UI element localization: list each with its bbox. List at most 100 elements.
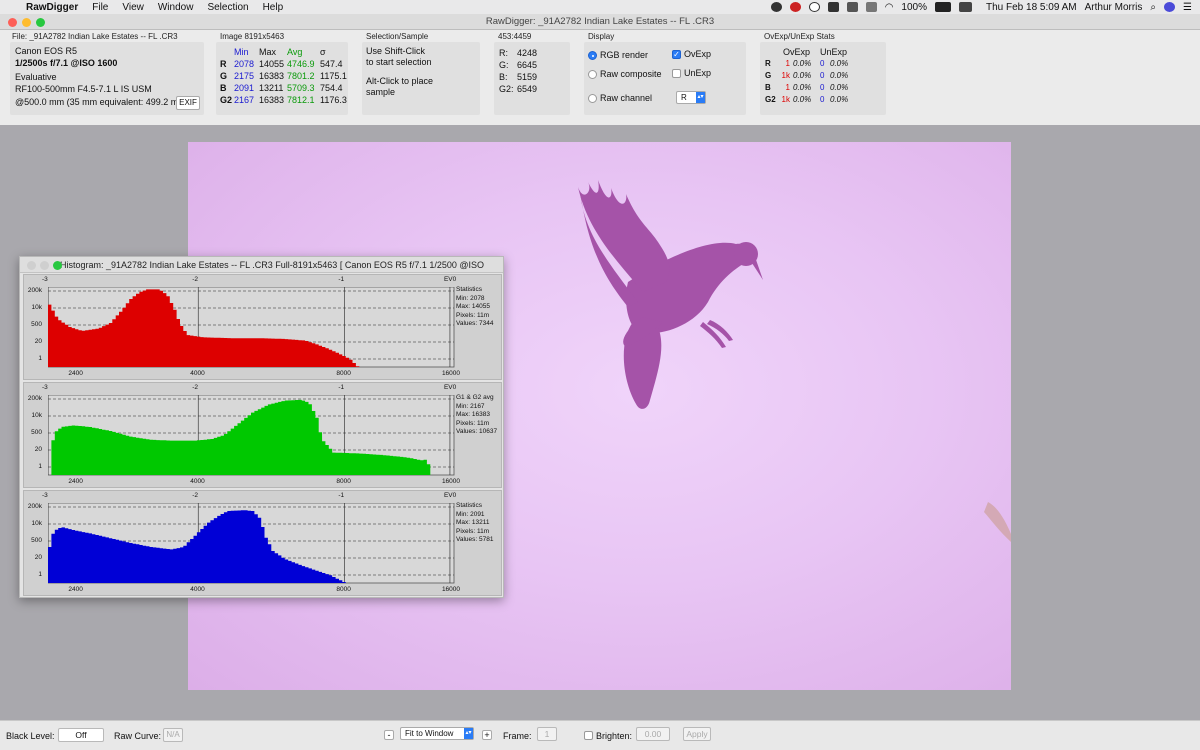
sample-value: 6645 [517, 60, 538, 70]
stat-min: 2167 [234, 95, 255, 105]
raw-channel-radio[interactable] [588, 94, 597, 103]
minimize-button[interactable] [22, 18, 31, 27]
status-icon-4[interactable] [827, 2, 839, 12]
raw-channel-label[interactable]: Raw channel [600, 93, 652, 103]
histogram-stat-line: Statistics [456, 502, 483, 509]
unexp-label[interactable]: UnExp [684, 68, 711, 78]
ev-label: EV0 [443, 492, 457, 499]
stat-channel: G [220, 71, 228, 81]
status-icon-6[interactable] [865, 2, 877, 12]
histogram-stat-line: Min: 2091 [456, 510, 485, 518]
x-tick-label: 8000 [336, 370, 351, 377]
unexp-percent: 0.0% [830, 59, 849, 68]
ovexp-label[interactable]: OvExp [684, 49, 711, 59]
hist-minimize-button[interactable] [40, 261, 49, 270]
hist-zoom-button[interactable] [53, 261, 62, 270]
brighten-field[interactable]: 0.00 [636, 727, 670, 741]
stat-max: 13211 [259, 83, 284, 93]
raw-curve-field[interactable]: N/A [163, 728, 183, 742]
histogram-window[interactable]: Histogram: _91A2782 Indian Lake Estates … [19, 256, 504, 598]
status-icon-5[interactable] [846, 2, 858, 12]
ovexp-checkbox[interactable]: ✓ [672, 50, 681, 59]
zoom-out-button[interactable]: - [384, 730, 394, 740]
apply-button[interactable]: Apply [683, 727, 711, 741]
menu-file[interactable]: File [92, 2, 108, 13]
selection-hint-1: Use Shift-Click [366, 46, 426, 56]
ev-label: -3 [42, 492, 48, 499]
ev-label: -2 [192, 492, 198, 499]
exif-button[interactable]: EXIF [176, 96, 200, 110]
menu-view[interactable]: View [122, 2, 144, 13]
frame-stepper[interactable]: 1 [537, 727, 557, 741]
ovexp-percent: 0.0% [793, 71, 812, 80]
histogram-stat-line: Values: 7344 [456, 320, 494, 327]
x-tick-label: 8000 [336, 478, 351, 485]
stat-avg: 5709.3 [287, 83, 315, 93]
control-center-icon[interactable]: ☰ [1183, 2, 1192, 13]
histogram-panel-green[interactable]: -3 -2 -1 EV0 200k 10k 500 20 1 2400 4000 8000 16000 G… [23, 382, 502, 488]
stat-min: 2091 [234, 83, 255, 93]
unexp-count: 0 [820, 59, 825, 68]
fit-select[interactable]: Fit to Window ▴▾ [400, 727, 474, 740]
unexp-count: 0 [820, 71, 825, 80]
menu-bar: RawDigger File View Window Selection Hel… [0, 0, 1200, 14]
histogram-panel-blue[interactable]: -3 -2 -1 EV0 200k 10k 500 20 1 2400 4000 8000 16000 S… [23, 490, 502, 596]
unexp-count: 0 [820, 83, 825, 92]
histogram-stat-line: Max: 16383 [456, 411, 490, 418]
stat-min: 2078 [234, 59, 255, 69]
raw-composite-label[interactable]: Raw composite [600, 69, 662, 79]
y-tick-label: 200k [27, 287, 42, 294]
ovexp-header: OvExp [783, 47, 811, 57]
display-icon[interactable] [959, 2, 972, 12]
wifi-icon[interactable]: ◠ [885, 2, 894, 13]
histogram-stat-line: Pixels: 11m [456, 419, 490, 427]
raw-curve-label: Raw Curve: [114, 731, 162, 741]
raw-channel-value: R [681, 93, 687, 102]
close-button[interactable] [8, 18, 17, 27]
rgb-render-radio[interactable] [588, 51, 597, 60]
menu-window[interactable]: Window [158, 2, 194, 13]
histogram-panel-red[interactable]: -3 -2 -1 EV0 200k 10k 500 20 1 2400 4000 8000 16000 S… [23, 274, 502, 380]
menu-help[interactable]: Help [263, 2, 284, 13]
ev-label: EV0 [443, 384, 457, 391]
black-level-field[interactable]: Off [58, 728, 104, 742]
unexp-percent: 0.0% [830, 71, 849, 80]
status-icon-1[interactable] [770, 2, 782, 12]
raw-composite-radio[interactable] [588, 70, 597, 79]
menu-selection[interactable]: Selection [207, 2, 248, 13]
battery-icon[interactable] [935, 2, 951, 12]
x-tick-label: 16000 [441, 586, 461, 593]
ev-label: -3 [42, 384, 48, 391]
histogram-stat-line: Pixels: 11m [456, 527, 490, 535]
ev-label: -2 [192, 276, 198, 283]
search-icon[interactable]: ⌕ [1150, 2, 1156, 13]
unexp-count: 0 [820, 95, 825, 104]
hist-close-button[interactable] [27, 261, 36, 270]
brighten-checkbox[interactable] [584, 731, 593, 740]
y-tick-label: 20 [34, 446, 42, 453]
rgb-render-label[interactable]: RGB render [600, 50, 648, 60]
y-tick-label: 200k [27, 503, 42, 510]
clock[interactable]: Thu Feb 18 5:09 AM [986, 2, 1077, 13]
frame-label: Frame: [503, 731, 532, 741]
siri-icon[interactable] [1164, 2, 1176, 12]
unexp-checkbox[interactable] [672, 69, 681, 78]
stat-min: 2175 [234, 71, 255, 81]
sample-value: 4248 [517, 48, 538, 58]
zoom-button[interactable] [36, 18, 45, 27]
sample-channel: G2: [499, 84, 514, 94]
status-icon-3[interactable] [808, 2, 820, 12]
camera-model: Canon EOS R5 [15, 46, 78, 56]
stat-sigma: 1176.3 [320, 95, 347, 105]
histogram-stat-line: Values: 10637 [456, 428, 498, 435]
bottom-toolbar: Black Level: Off Raw Curve: N/A - Fit to… [0, 720, 1200, 750]
raw-channel-select[interactable]: R ▴▾ [676, 91, 706, 104]
menu-app[interactable]: RawDigger [26, 2, 78, 13]
zoom-in-button[interactable]: + [482, 730, 492, 740]
ev-label: -2 [192, 384, 198, 391]
header-max: Max [259, 47, 277, 57]
status-icon-2[interactable] [789, 2, 801, 12]
user-name[interactable]: Arthur Morris [1085, 2, 1143, 13]
stat-avg: 4746.9 [287, 59, 315, 69]
header-avg: Avg [287, 47, 303, 57]
